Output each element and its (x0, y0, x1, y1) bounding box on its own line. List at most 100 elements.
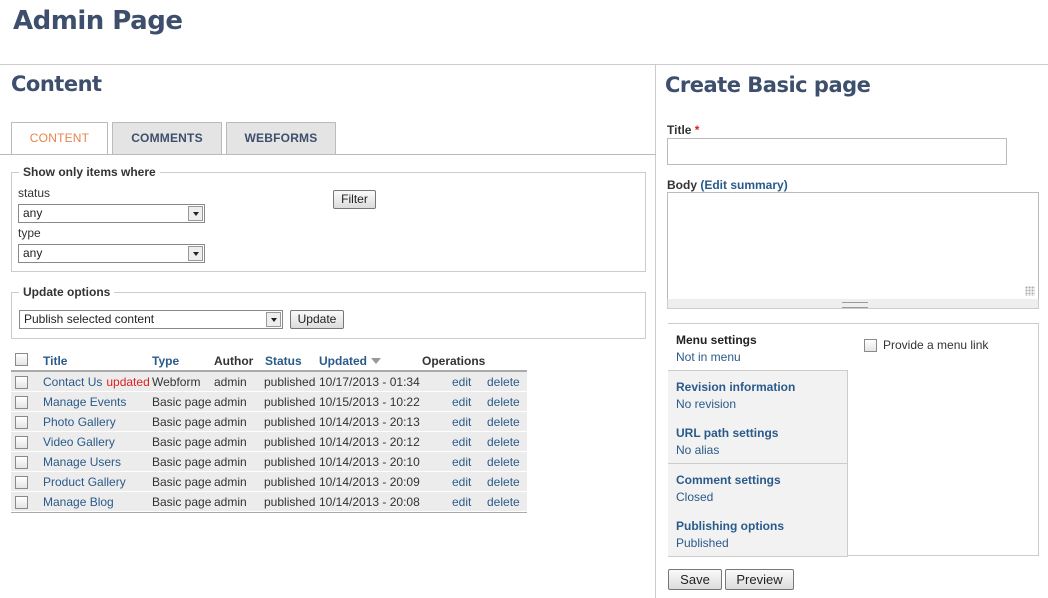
row-edit-link[interactable]: edit (452, 432, 471, 452)
row-title-link[interactable]: Video Gallery (43, 435, 115, 449)
row-author: admin (214, 375, 247, 389)
row-edit-link[interactable]: edit (452, 452, 471, 472)
vertical-tab-summary: No revision (676, 396, 737, 411)
row-checkbox[interactable] (15, 376, 28, 389)
row-checkbox[interactable] (15, 396, 28, 409)
title-label-text: Title (667, 123, 692, 137)
updated-marker: updated (106, 375, 150, 389)
row-checkbox[interactable] (15, 436, 28, 449)
filter-button[interactable]: Filter (333, 190, 376, 209)
row-title: Video Gallery (43, 432, 115, 452)
col-updated-label: Updated (319, 354, 367, 368)
vertical-tab-url-path-settings[interactable]: URL path settings No alias (668, 417, 848, 464)
update-action-select[interactable]: Publish selected content (19, 310, 283, 329)
row-title-link[interactable]: Manage Blog (43, 495, 114, 509)
col-updated-header[interactable]: Updated (319, 354, 382, 368)
resize-handle-icon[interactable] (1025, 286, 1035, 296)
row-updated: 10/14/2013 - 20:12 (319, 435, 420, 449)
row-updated: 10/14/2013 - 20:08 (319, 495, 420, 509)
select-all-checkbox[interactable] (15, 353, 28, 366)
vertical-tab-comment-settings[interactable]: Comment settings Closed (668, 463, 848, 511)
vertical-tab-publishing-options[interactable]: Publishing options Published (668, 510, 848, 557)
row-title-link[interactable]: Photo Gallery (43, 415, 116, 429)
tab-comments[interactable]: COMMENTS (112, 122, 222, 155)
filter-legend: Show only items where (19, 165, 160, 179)
vertical-tab-summary: Not in menu (676, 350, 741, 364)
row-author: admin (214, 415, 247, 429)
update-button[interactable]: Update (290, 310, 344, 329)
row-title: Contact Us updated (43, 372, 150, 392)
vertical-tab-summary: Published (676, 536, 729, 550)
vertical-tab-revision-information[interactable]: Revision information No revision (668, 370, 848, 418)
vertical-tab-summary: Closed (676, 489, 714, 504)
status-label: status (18, 186, 51, 200)
title-input[interactable] (667, 138, 1007, 165)
update-legend: Update options (19, 285, 115, 299)
row-checkbox[interactable] (15, 456, 28, 469)
row-title-link[interactable]: Product Gallery (43, 475, 126, 489)
col-title-header[interactable]: Title (43, 354, 67, 368)
row-type: Basic page (152, 475, 212, 489)
row-delete-link[interactable]: delete (487, 412, 520, 432)
row-author: admin (214, 395, 247, 409)
row-delete-link[interactable]: delete (487, 432, 520, 452)
row-title: Manage Users (43, 452, 121, 472)
status-select[interactable]: any (18, 204, 205, 223)
save-button[interactable]: Save (668, 569, 722, 590)
col-operations-header: Operations (422, 354, 486, 368)
type-select[interactable]: any (18, 244, 205, 263)
row-type: Webform (152, 375, 201, 389)
chevron-down-icon (188, 206, 203, 221)
col-status-header[interactable]: Status (265, 354, 302, 368)
create-heading: Create Basic page (665, 73, 871, 97)
row-edit-link[interactable]: edit (452, 412, 471, 432)
row-type: Basic page (152, 495, 212, 509)
edit-summary-link[interactable]: (Edit summary) (700, 178, 787, 192)
row-author: admin (214, 495, 247, 509)
row-updated: 10/15/2013 - 10:22 (319, 395, 420, 409)
sort-desc-icon (371, 358, 382, 364)
row-title-link[interactable]: Contact Us (43, 375, 102, 389)
row-delete-link[interactable]: delete (487, 392, 520, 412)
row-delete-link[interactable]: delete (487, 372, 520, 392)
update-action-value: Publish selected content (24, 312, 155, 326)
row-title-link[interactable]: Manage Users (43, 455, 121, 469)
tab-webforms[interactable]: WEBFORMS (226, 122, 336, 155)
row-edit-link[interactable]: edit (452, 472, 471, 492)
textarea-grippie[interactable] (667, 299, 1039, 309)
menu-link-checkbox[interactable] (864, 339, 877, 352)
row-edit-link[interactable]: edit (452, 392, 471, 412)
page-title: Admin Page (13, 6, 183, 36)
row-type: Basic page (152, 435, 212, 449)
tab-content[interactable]: CONTENT (11, 122, 108, 155)
row-author: admin (214, 455, 247, 469)
row-updated: 10/14/2013 - 20:13 (319, 415, 420, 429)
vertical-tab-summary: No alias (676, 443, 720, 457)
tabs-divider (0, 154, 656, 155)
vertical-tab-title: Comment settings (676, 472, 781, 487)
body-label-text: Body (667, 178, 697, 192)
vertical-tab-title: Publishing options (676, 519, 784, 533)
row-delete-link[interactable]: delete (487, 452, 520, 472)
col-type-header[interactable]: Type (152, 354, 179, 368)
required-mark: * (694, 123, 700, 137)
row-checkbox[interactable] (15, 476, 28, 489)
vertical-tab-menu-settings[interactable]: Menu settings Not in menu (668, 324, 848, 371)
row-edit-link[interactable]: edit (452, 372, 471, 392)
table-bottom-rule (11, 512, 527, 513)
row-delete-link[interactable]: delete (487, 492, 520, 512)
row-edit-link[interactable]: edit (452, 492, 471, 512)
row-title-link[interactable]: Manage Events (43, 395, 126, 409)
row-author: admin (214, 475, 247, 489)
row-updated: 10/14/2013 - 20:10 (319, 455, 420, 469)
body-textarea[interactable] (667, 192, 1039, 300)
row-checkbox[interactable] (15, 416, 28, 429)
row-updated: 10/14/2013 - 20:09 (319, 475, 420, 489)
preview-button[interactable]: Preview (725, 569, 794, 590)
row-checkbox[interactable] (15, 496, 28, 509)
header-divider (0, 64, 1048, 65)
chevron-down-icon (188, 246, 203, 261)
row-title: Manage Blog (43, 492, 114, 512)
row-status: published (264, 475, 316, 489)
row-delete-link[interactable]: delete (487, 472, 520, 492)
